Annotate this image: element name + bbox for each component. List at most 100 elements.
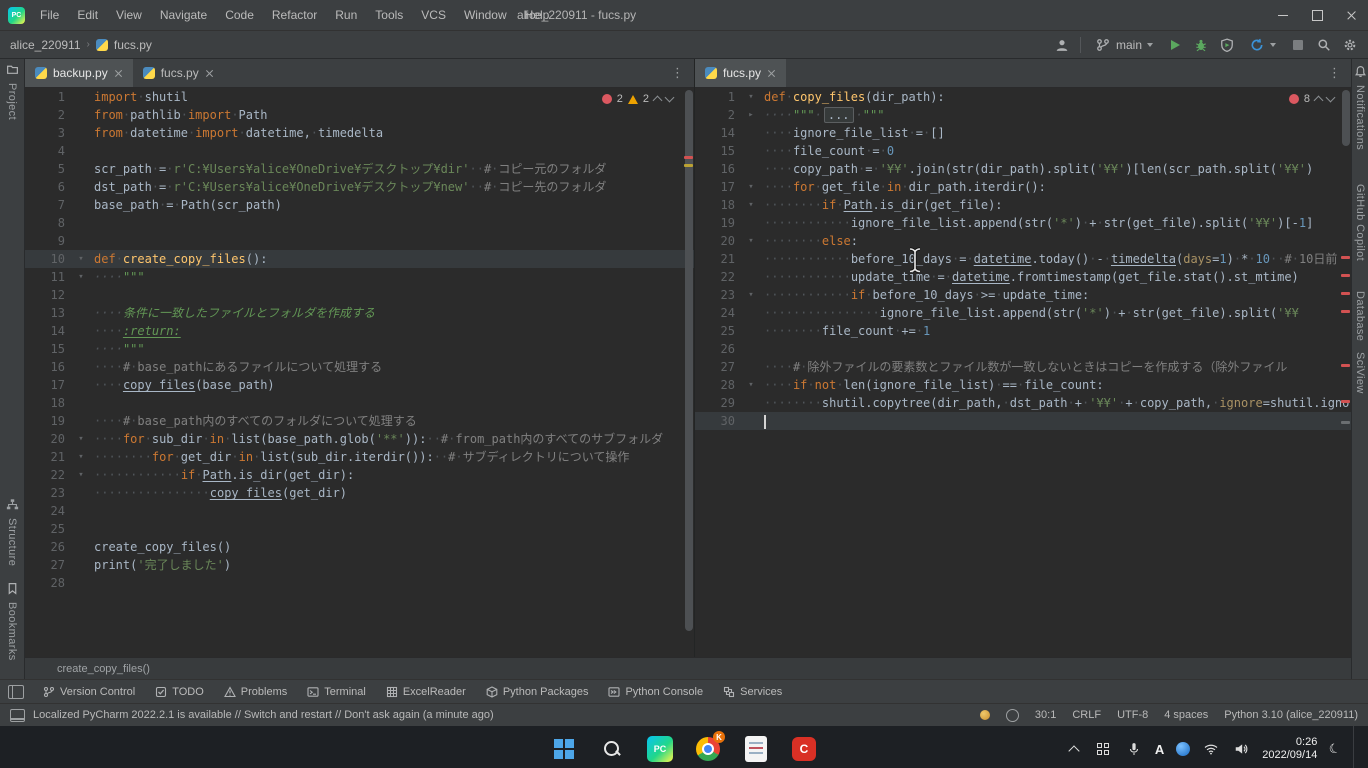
code-line[interactable]: 25	[25, 520, 694, 538]
code-line[interactable]: 27print('完了しました')	[25, 556, 694, 574]
code-line[interactable]: 5scr_path·=·r'C:¥Users¥alice¥OneDrive¥デス…	[25, 160, 694, 178]
tab-backup-py[interactable]: backup.py	[25, 59, 133, 87]
copilot-status-icon[interactable]	[1006, 709, 1019, 722]
tray-blue-icon[interactable]	[1176, 742, 1190, 756]
settings-button[interactable]	[1342, 37, 1358, 53]
menu-edit[interactable]: Edit	[68, 0, 107, 30]
toolwindow-button-problems[interactable]: Problems	[215, 680, 296, 703]
code-line[interactable]: 19············ignore_file_list.append(st…	[695, 214, 1351, 232]
code-line[interactable]: 30	[695, 412, 1351, 430]
status-line-separator[interactable]: CRLF	[1072, 709, 1101, 721]
prev-problem-icon[interactable]	[1314, 96, 1324, 106]
code-line[interactable]: 2▸····"""·...·"""	[695, 106, 1351, 124]
code-line[interactable]: 18	[25, 394, 694, 412]
right-editor[interactable]: 1▾def·copy_files(dir_path):2▸····"""·...…	[695, 88, 1351, 657]
search-everywhere-button[interactable]	[1316, 37, 1332, 53]
status-message[interactable]: Localized PyCharm 2022.2.1 is available …	[33, 709, 494, 721]
status-panel-icon[interactable]	[10, 709, 25, 722]
fold-marker[interactable]: ▾	[73, 250, 89, 268]
code-line[interactable]: 26	[695, 340, 1351, 358]
toolwindow-button-project[interactable]: Project	[6, 63, 19, 120]
code-line[interactable]: 24	[25, 502, 694, 520]
code-line[interactable]: 27····#·除外ファイルの要素数とファイル数が一致しないときはコピーを作成す…	[695, 358, 1351, 376]
inspections-widget[interactable]: 8	[1284, 92, 1339, 106]
code-line[interactable]: 20▾····for·sub_dir·in·list(base_path.glo…	[25, 430, 694, 448]
status-caret-position[interactable]: 30:1	[1035, 709, 1056, 721]
code-line[interactable]: 6dst_path·=·r'C:¥Users¥alice¥OneDrive¥デス…	[25, 178, 694, 196]
left-scrollbar[interactable]	[684, 88, 694, 657]
error-stripe-mark[interactable]	[1341, 310, 1350, 313]
code-line[interactable]: 28	[25, 574, 694, 592]
menu-file[interactable]: File	[31, 0, 68, 30]
taskbar-search-button[interactable]	[595, 729, 629, 768]
code-line[interactable]: 23▾············if·before_10_days·>=·upda…	[695, 286, 1351, 304]
fold-marker[interactable]: ▾	[743, 232, 759, 250]
scrollbar-thumb[interactable]	[685, 90, 693, 631]
code-line[interactable]: 25········file_count·+=·1	[695, 322, 1351, 340]
red-app-button[interactable]: C	[787, 729, 821, 768]
code-line[interactable]: 7base_path·=·Path(scr_path)	[25, 196, 694, 214]
code-line[interactable]: 16····#·base_pathにあるファイルについて処理する	[25, 358, 694, 376]
code-line[interactable]: 14····ignore_file_list·=·[]	[695, 124, 1351, 142]
breadcrumb-project[interactable]: alice_220911	[10, 38, 81, 52]
close-tab-icon[interactable]	[767, 69, 776, 78]
toolwindow-button-structure[interactable]: Structure	[6, 498, 19, 566]
code-line[interactable]: 14····:return:	[25, 322, 694, 340]
code-line[interactable]: 22············update_time·=·datetime.fro…	[695, 268, 1351, 286]
code-line[interactable]: 15····"""	[25, 340, 694, 358]
fold-marker[interactable]: ▾	[743, 286, 759, 304]
wifi-icon[interactable]	[1202, 740, 1220, 758]
fold-marker[interactable]: ▾	[743, 376, 759, 394]
status-encoding[interactable]: UTF-8	[1117, 709, 1148, 721]
inspections-widget[interactable]: 2 2	[597, 92, 678, 106]
chrome-taskbar-button[interactable]: K	[691, 729, 725, 768]
next-problem-icon[interactable]	[665, 93, 675, 103]
fold-marker[interactable]: ▾	[73, 430, 89, 448]
code-line[interactable]: 17····copy_files(base_path)	[25, 376, 694, 394]
fold-marker[interactable]: ▾	[73, 268, 89, 286]
toolwindow-switcher-icon[interactable]	[8, 685, 24, 699]
fold-marker[interactable]: ▸	[743, 106, 759, 124]
toolwindow-button-services[interactable]: Services	[714, 680, 791, 703]
right-scrollbar[interactable]	[1341, 88, 1351, 657]
stop-button[interactable]	[1290, 37, 1306, 53]
next-problem-icon[interactable]	[1326, 93, 1336, 103]
caret-stripe-mark[interactable]	[1341, 421, 1350, 424]
code-line[interactable]: 11▾····"""	[25, 268, 694, 286]
code-line[interactable]: 15····file_count·=·0	[695, 142, 1351, 160]
error-stripe-mark[interactable]	[684, 156, 693, 159]
menu-vcs[interactable]: VCS	[412, 0, 455, 30]
warning-stripe-mark[interactable]	[684, 164, 693, 167]
code-line[interactable]: 23················copy_files(get_dir)	[25, 484, 694, 502]
error-stripe-mark[interactable]	[1341, 364, 1350, 367]
document-app-button[interactable]	[739, 729, 773, 768]
tab-fucs-py[interactable]: fucs.py	[133, 59, 224, 87]
code-line[interactable]: 16····copy_path·=·'¥¥'.join(str(dir_path…	[695, 160, 1351, 178]
code-line[interactable]: 20▾········else:	[695, 232, 1351, 250]
run-button[interactable]	[1167, 37, 1183, 53]
code-line[interactable]: 28▾····if·not·len(ignore_file_list)·==·f…	[695, 376, 1351, 394]
code-line[interactable]: 21▾········for·get_dir·in·list(sub_dir.i…	[25, 448, 694, 466]
tray-grid-icon[interactable]	[1095, 740, 1113, 758]
menu-refactor[interactable]: Refactor	[263, 0, 326, 30]
start-button[interactable]	[547, 729, 581, 768]
fold-marker[interactable]: ▾	[73, 448, 89, 466]
ime-indicator[interactable]: A	[1155, 742, 1164, 757]
close-tab-icon[interactable]	[205, 69, 214, 78]
error-stripe-mark[interactable]	[1341, 274, 1350, 277]
fold-marker[interactable]: ▾	[743, 88, 759, 106]
fold-marker[interactable]: ▾	[743, 196, 759, 214]
focus-assist-moon-icon[interactable]: ☾	[1327, 740, 1343, 759]
code-line[interactable]: 12	[25, 286, 694, 304]
scrollbar-thumb[interactable]	[1342, 90, 1350, 146]
code-line[interactable]: 21············before_10_days·=·datetime.…	[695, 250, 1351, 268]
code-line[interactable]: 1import·shutil	[25, 88, 694, 106]
status-interpreter[interactable]: Python 3.10 (alice_220911)	[1224, 709, 1358, 721]
pycharm-taskbar-button[interactable]: PC	[643, 729, 677, 768]
toolwindow-button-github-copilot[interactable]: GitHub Copilot	[1354, 184, 1366, 261]
git-branch-widget[interactable]: main	[1091, 35, 1157, 55]
code-line[interactable]: 3from·datetime·import·datetime,·timedelt…	[25, 124, 694, 142]
code-line[interactable]: 9	[25, 232, 694, 250]
menu-view[interactable]: View	[107, 0, 151, 30]
code-line[interactable]: 4	[25, 142, 694, 160]
